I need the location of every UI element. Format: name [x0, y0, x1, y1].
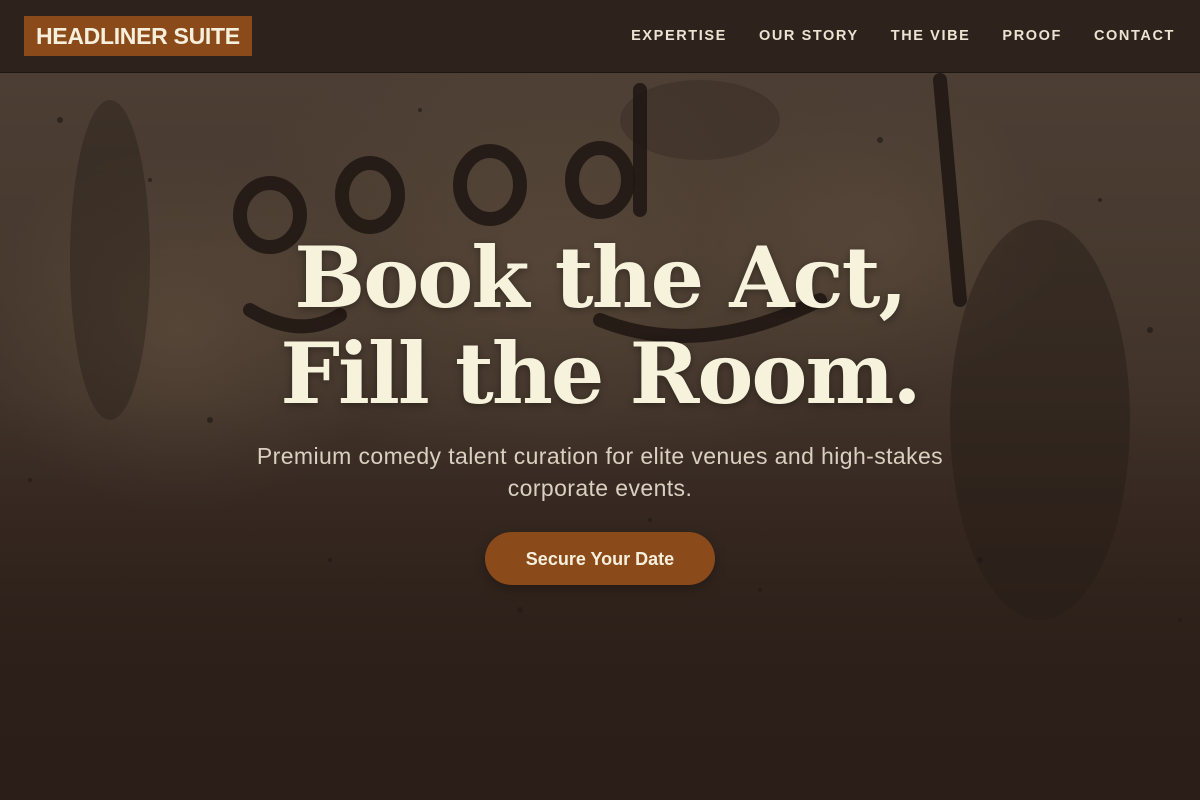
nav-link-expertise[interactable]: EXPERTISE [631, 28, 727, 44]
nav-link-our-story[interactable]: OUR STORY [759, 28, 859, 44]
landing-page: HEADLINER SUITE EXPERTISE OUR STORY THE … [0, 0, 1200, 800]
top-navbar: HEADLINER SUITE EXPERTISE OUR STORY THE … [0, 0, 1200, 73]
hero-subtitle: Premium comedy talent curation for elite… [256, 443, 944, 501]
nav-links: EXPERTISE OUR STORY THE VIBE PROOF CONTA… [631, 0, 1175, 72]
nav-link-the-vibe[interactable]: THE VIBE [891, 28, 971, 44]
hero-title-line-1: Book the Act, [294, 228, 907, 327]
hero-section: Book the Act, Fill the Room. Premium com… [0, 230, 1200, 585]
nav-link-proof[interactable]: PROOF [1002, 28, 1062, 44]
brand-logo[interactable]: HEADLINER SUITE [24, 16, 252, 56]
hero-title-line-2: Fill the Room. [280, 324, 921, 423]
secure-date-button[interactable]: Secure Your Date [485, 532, 715, 585]
nav-link-contact[interactable]: CONTACT [1094, 28, 1175, 44]
hero-title: Book the Act, Fill the Room. [0, 230, 1200, 422]
